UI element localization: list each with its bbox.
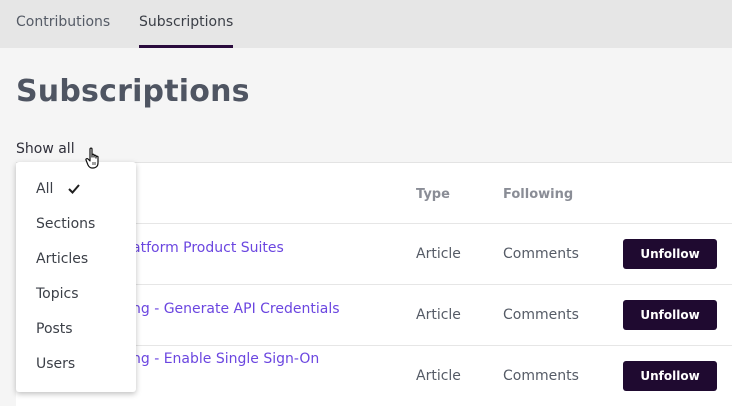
tab-contributions[interactable]: Contributions (16, 14, 110, 48)
type-cell: Article (416, 307, 461, 323)
checkmark-icon (68, 184, 80, 194)
tab-subscriptions[interactable]: Subscriptions (139, 14, 233, 48)
type-cell: Article (416, 368, 461, 384)
subscription-title-link[interactable]: ng - Generate API Credentials (132, 301, 340, 317)
dropdown-option-posts[interactable]: Posts (36, 321, 73, 337)
following-cell: Comments (503, 246, 579, 262)
tab-bar: Contributions Subscriptions (0, 0, 732, 48)
type-cell: Article (416, 246, 461, 262)
column-header-type: Type (416, 187, 450, 202)
following-cell: Comments (503, 368, 579, 384)
filter-dropdown-menu: All Sections Articles Topics Posts Users (16, 162, 136, 392)
unfollow-button[interactable]: Unfollow (623, 361, 717, 391)
subscription-title-link[interactable]: atform Product Suites (132, 240, 284, 256)
following-cell: Comments (503, 307, 579, 323)
page-title: Subscriptions (16, 74, 250, 109)
unfollow-button[interactable]: Unfollow (623, 300, 717, 330)
hand-pointer-cursor-icon (85, 147, 99, 169)
column-header-following: Following (503, 187, 574, 202)
dropdown-option-topics[interactable]: Topics (36, 286, 79, 302)
dropdown-option-articles[interactable]: Articles (36, 251, 88, 267)
dropdown-option-users[interactable]: Users (36, 356, 75, 372)
dropdown-option-all[interactable]: All (36, 181, 53, 197)
dropdown-option-sections[interactable]: Sections (36, 216, 95, 232)
unfollow-button[interactable]: Unfollow (623, 239, 717, 269)
subscription-title-link[interactable]: ng - Enable Single Sign-On (132, 351, 319, 367)
show-filter-dropdown[interactable]: Show all (16, 141, 75, 157)
